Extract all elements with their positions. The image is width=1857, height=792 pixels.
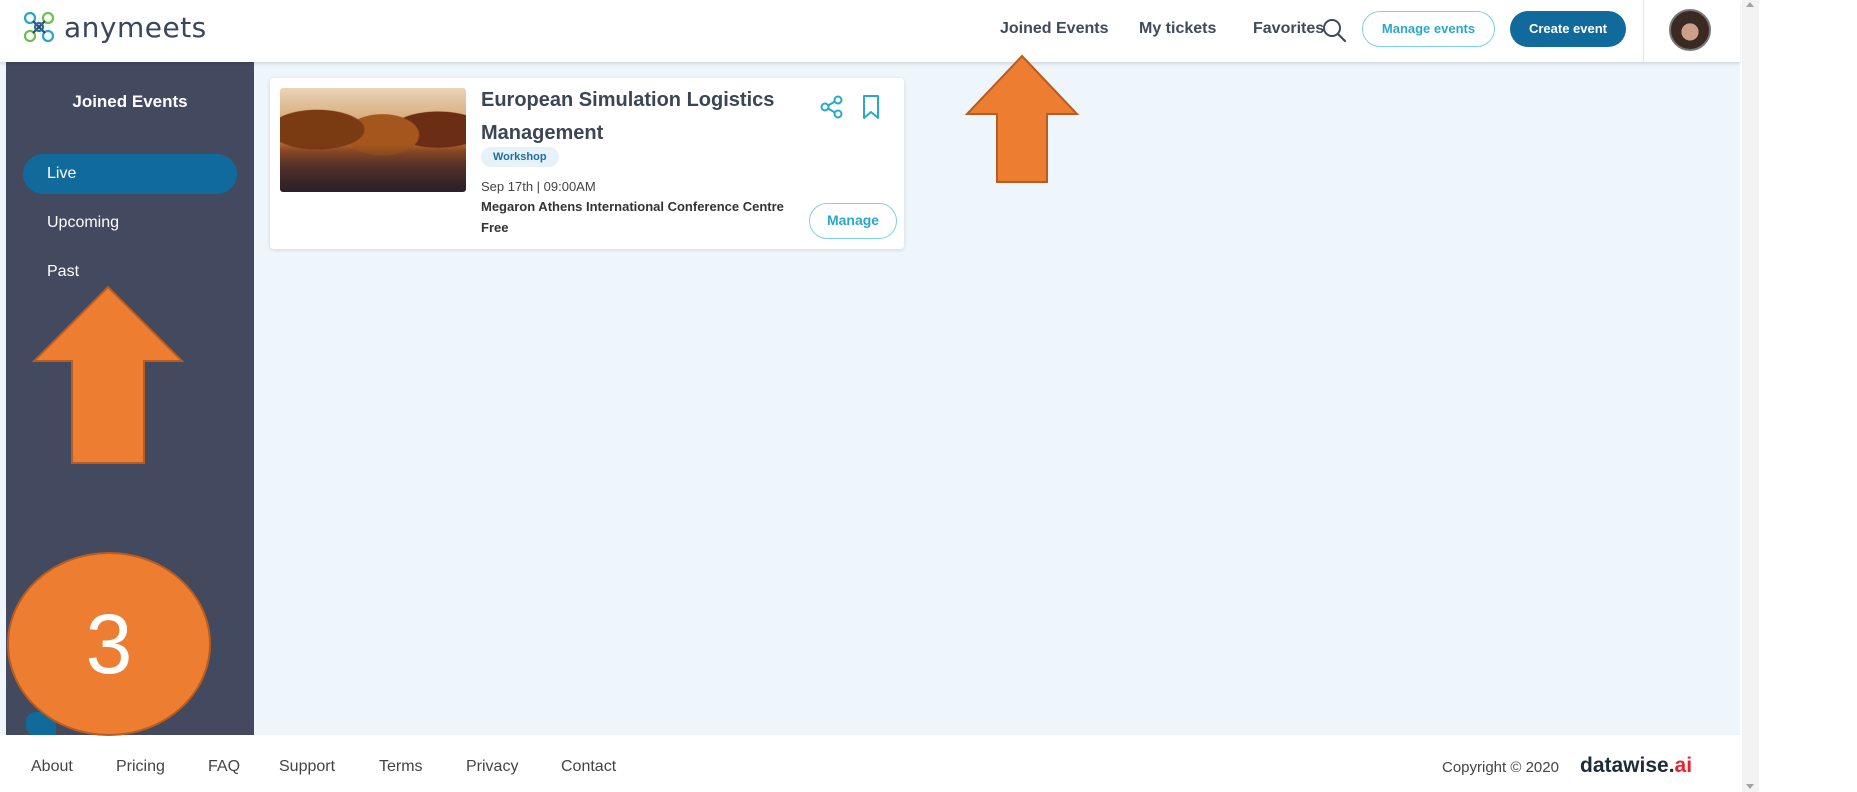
annotation-arrow-sidebar [32, 285, 184, 464]
event-card[interactable]: European Simulation Logistics Management… [270, 78, 904, 249]
footer: About Pricing FAQ Support Terms Privacy … [0, 735, 1740, 792]
logo-text: anymeets [64, 10, 207, 44]
brand-main: datawise. [1580, 754, 1675, 777]
logo[interactable]: anymeets [22, 10, 207, 44]
manage-events-button[interactable]: Manage events [1362, 11, 1495, 47]
annotation-step-number: 3 [7, 552, 211, 736]
footer-link-pricing[interactable]: Pricing [116, 758, 165, 776]
sidebar-item-upcoming[interactable]: Upcoming [23, 203, 237, 243]
event-datetime: Sep 17th | 09:00AM [481, 179, 596, 194]
share-button[interactable] [819, 94, 845, 120]
event-venue: Megaron Athens International Conference … [481, 199, 784, 214]
share-icon [820, 95, 843, 119]
annotation-arrow-header [964, 54, 1080, 183]
nav-joined-events[interactable]: Joined Events [1000, 20, 1108, 38]
nav-my-tickets[interactable]: My tickets [1139, 20, 1216, 38]
top-header: anymeets Joined Events My tickets Favori… [0, 0, 1740, 62]
search-button[interactable] [1320, 16, 1348, 44]
footer-link-contact[interactable]: Contact [561, 758, 616, 776]
event-type-badge: Workshop [481, 147, 559, 167]
event-image[interactable] [280, 88, 466, 192]
bookmark-button[interactable] [859, 94, 883, 120]
brand-ai: ai [1674, 754, 1693, 777]
user-avatar[interactable] [1669, 9, 1711, 51]
create-event-button[interactable]: Create event [1510, 11, 1626, 47]
datawise-logo[interactable]: datawise.ai [1580, 754, 1692, 778]
search-icon [1323, 19, 1347, 43]
nav-favorites[interactable]: Favorites [1253, 20, 1324, 38]
header-divider [1643, 0, 1644, 62]
footer-link-support[interactable]: Support [279, 758, 335, 776]
manage-button[interactable]: Manage [809, 203, 897, 239]
footer-link-about[interactable]: About [31, 758, 73, 776]
footer-link-privacy[interactable]: Privacy [466, 758, 518, 776]
footer-link-terms[interactable]: Terms [379, 758, 423, 776]
scrollbar[interactable] [1742, 0, 1759, 792]
app-window: anymeets Joined Events My tickets Favori… [0, 0, 1740, 792]
scroll-up-icon[interactable] [1746, 2, 1754, 7]
sidebar-item-live[interactable]: Live [23, 154, 237, 194]
event-price: Free [481, 220, 509, 235]
bookmark-icon [863, 95, 879, 119]
footer-link-faq[interactable]: FAQ [208, 758, 240, 776]
copyright-text: Copyright © 2020 [1442, 759, 1559, 776]
scroll-down-icon[interactable] [1746, 784, 1754, 789]
event-title[interactable]: European Simulation Logistics Management [481, 84, 781, 150]
logo-icon [23, 11, 55, 43]
sidebar-title: Joined Events [72, 92, 188, 111]
